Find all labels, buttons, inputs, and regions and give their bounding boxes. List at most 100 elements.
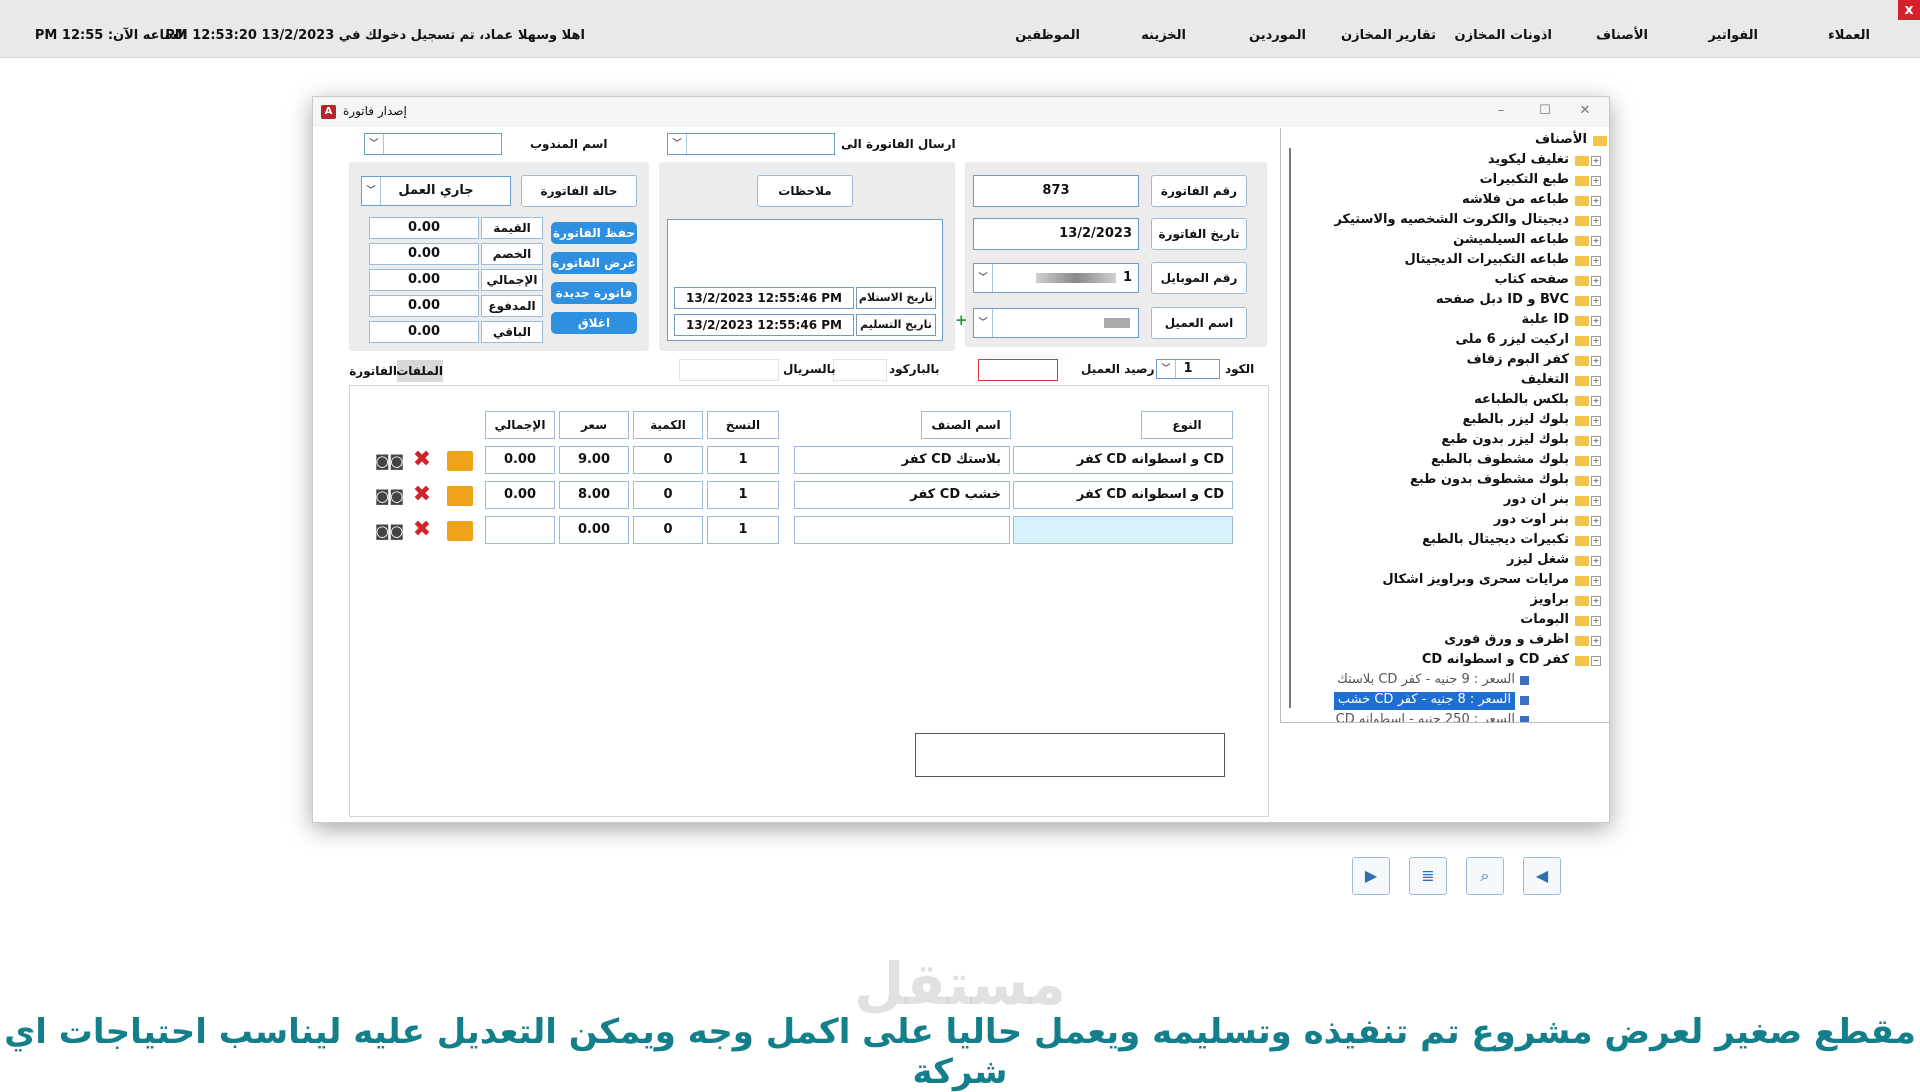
close-invoice-button[interactable]: اغلاق (551, 312, 637, 334)
expand-icon[interactable]: + (1591, 516, 1601, 526)
tree-root[interactable]: الأصناف (1535, 132, 1587, 150)
barcode-field[interactable] (833, 359, 887, 381)
save-invoice-button[interactable]: حفظ الفاتورة (551, 222, 637, 244)
tree-item[interactable]: تكبيرات ديجيتال بالطبع (1422, 532, 1569, 550)
tree-item[interactable]: بنر ان دور (1504, 492, 1569, 510)
tree-item[interactable]: بلوك ليزر بدون طبع (1441, 432, 1569, 450)
folder-icon[interactable] (447, 486, 473, 506)
menu-invoices[interactable]: الفواتير (1708, 28, 1758, 43)
tree-item[interactable]: طباعه السيلميشن (1453, 232, 1569, 250)
tree-item[interactable]: بلوك ليزر بالطبع (1462, 412, 1569, 430)
expand-icon[interactable]: + (1591, 576, 1601, 586)
new-invoice-button[interactable]: فاتورة جديدة (551, 282, 637, 304)
expand-icon[interactable]: + (1591, 356, 1601, 366)
total-value-field[interactable]: 0.00 (369, 217, 479, 239)
expand-icon[interactable]: + (1591, 416, 1601, 426)
tree-item[interactable]: كفر البوم زفاف (1467, 352, 1569, 370)
row3-unit-price[interactable]: 0.00 (559, 516, 629, 544)
tree-item[interactable]: صفحه كتاب (1494, 272, 1569, 290)
menu-store-reports[interactable]: تقارير المخازن (1341, 28, 1436, 43)
menu-suppliers[interactable]: الموردين (1249, 28, 1306, 43)
app-close-button[interactable]: x (1898, 0, 1920, 20)
row2-type[interactable]: كفر CD و اسطوانه CD (1013, 481, 1233, 509)
binoculars-icon[interactable]: ◙◙ (375, 487, 404, 505)
tree-item[interactable]: بنر اوت دور (1494, 512, 1569, 530)
grand-total-field[interactable]: 0.00 (369, 269, 479, 291)
row1-quantity[interactable]: 0 (633, 446, 703, 474)
menu-store-permits[interactable]: اذونات المخازن (1455, 28, 1552, 43)
customer-balance-field[interactable] (978, 359, 1058, 381)
row2-copies[interactable]: 1 (707, 481, 779, 509)
tree-item[interactable]: ID علبة (1521, 312, 1569, 330)
sales-rep-combo[interactable]: ﹀ (364, 133, 502, 155)
row1-type[interactable]: كفر CD و اسطوانه CD (1013, 446, 1233, 474)
expand-icon[interactable]: + (1591, 436, 1601, 446)
row3-quantity[interactable]: 0 (633, 516, 703, 544)
expand-icon[interactable]: + (1591, 476, 1601, 486)
binoculars-icon[interactable]: ◙◙ (375, 452, 404, 470)
view-invoice-button[interactable]: عرض الفاتورة (551, 252, 637, 274)
tab-files[interactable]: الملفات (396, 360, 443, 382)
menu-customers[interactable]: العملاء (1828, 28, 1870, 43)
chevron-down-icon[interactable]: ﹀ (362, 177, 381, 205)
row2-unit-price[interactable]: 8.00 (559, 481, 629, 509)
tree-item[interactable]: اظرف و ورق فورى (1444, 632, 1569, 650)
tab-invoice[interactable]: الفاتورة (349, 360, 397, 382)
tree-item[interactable]: البومات (1520, 612, 1569, 630)
discount-field[interactable]: 0.00 (369, 243, 479, 265)
invoice-status-combo[interactable]: ﹀ جاري العمل (361, 176, 511, 206)
row2-quantity[interactable]: 0 (633, 481, 703, 509)
tree-item[interactable]: بلوك مشطوف بالطبع (1431, 452, 1569, 470)
row3-item-name[interactable] (794, 516, 1010, 544)
tree-item[interactable]: مرايات سحرى وبراويز اشكال (1382, 572, 1569, 590)
tree-item-cd[interactable]: كفر CD و اسطوانه CD (1422, 652, 1569, 670)
tree-child-item[interactable]: السعر : 8 جنيه - كفر CD خشب (1333, 692, 1515, 710)
collapse-icon[interactable]: − (1591, 656, 1601, 666)
expand-icon[interactable]: + (1591, 156, 1601, 166)
tree-item[interactable]: طبع التكبيرات (1480, 172, 1569, 190)
tree-item[interactable]: اركيت ليزر 6 ملى (1456, 332, 1569, 350)
expand-icon[interactable]: + (1591, 536, 1601, 546)
menu-items[interactable]: الأصناف (1596, 28, 1648, 43)
chevron-down-icon[interactable]: ﹀ (365, 134, 384, 154)
expand-icon[interactable]: + (1591, 596, 1601, 606)
expand-icon[interactable]: + (1591, 336, 1601, 346)
expand-icon[interactable]: + (1591, 496, 1601, 506)
tree-item[interactable]: شغل ليزر (1507, 552, 1569, 570)
serial-field[interactable] (679, 359, 779, 381)
menu-treasury[interactable]: الخزينه (1141, 28, 1186, 43)
row1-copies[interactable]: 1 (707, 446, 779, 474)
tree-item[interactable]: بلوك مشطوف بدون طبع (1410, 472, 1569, 490)
tree-child-item[interactable]: السعر : 250 جنيه - اسطوانه CD (1336, 712, 1515, 722)
row1-item-name[interactable]: كفر CD بلاستك (794, 446, 1010, 474)
minimize-button[interactable]: – (1481, 99, 1521, 123)
remaining-field[interactable]: 0.00 (369, 321, 479, 343)
expand-icon[interactable]: + (1591, 636, 1601, 646)
expand-icon[interactable]: + (1591, 316, 1601, 326)
menu-employees[interactable]: الموظفين (1015, 28, 1080, 43)
mobile-number-combo[interactable]: ﹀ 1 (973, 263, 1139, 293)
expand-icon[interactable]: + (1591, 456, 1601, 466)
close-button[interactable]: ✕ (1565, 99, 1605, 123)
list-button[interactable]: ≣ (1409, 857, 1447, 895)
delivery-date-field[interactable]: 13/2/2023 12:55:46 PM (674, 314, 854, 336)
chevron-down-icon[interactable]: ﹀ (974, 309, 993, 337)
expand-icon[interactable]: + (1591, 616, 1601, 626)
code-combo[interactable]: ﹀ 1 (1156, 359, 1220, 379)
tree-scrollbar[interactable] (1289, 148, 1291, 708)
expand-icon[interactable]: + (1591, 196, 1601, 206)
send-to-combo[interactable]: ﹀ (667, 133, 835, 155)
expand-icon[interactable]: + (1591, 276, 1601, 286)
notes-button[interactable]: ملاحظات (757, 175, 853, 207)
row3-type[interactable] (1013, 516, 1233, 544)
tree-item[interactable]: ديجيتال والكروت الشخصيه والاستيكر (1334, 212, 1569, 230)
tree-item[interactable]: BVC و ID دبل صفحه (1436, 292, 1569, 310)
previous-button[interactable]: ◀ (1523, 857, 1561, 895)
row2-total[interactable]: 0.00 (485, 481, 555, 509)
tree-item[interactable]: براويز (1531, 592, 1569, 610)
tree-child-item[interactable]: السعر : 9 جنيه - كفر CD بلاستك (1337, 672, 1515, 690)
tree-item[interactable]: تغليف ليكويد (1488, 152, 1569, 170)
tree-item[interactable]: طباعه التكبيرات الديجيتال (1404, 252, 1569, 270)
expand-icon[interactable]: + (1591, 236, 1601, 246)
tree-item[interactable]: بلكس بالطباعه (1474, 392, 1569, 410)
